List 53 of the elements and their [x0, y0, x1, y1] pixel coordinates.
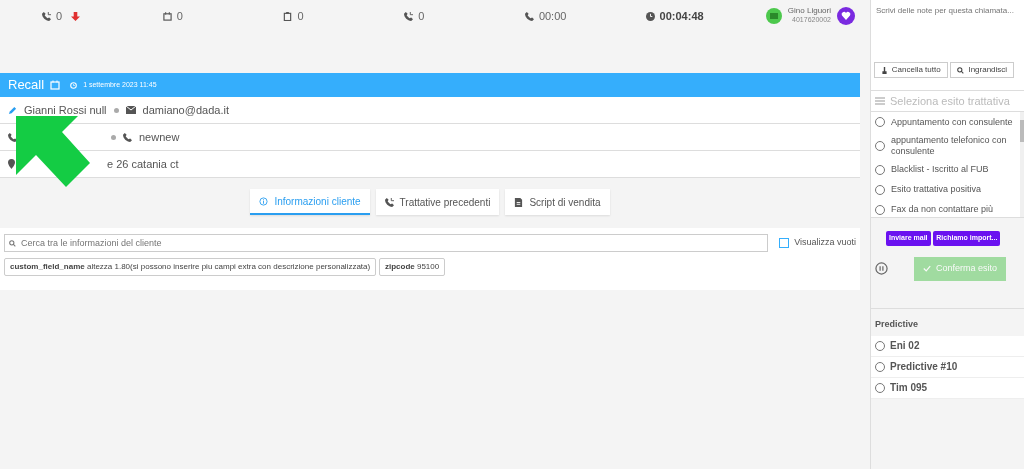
separator-dot	[111, 134, 116, 140]
calendar-icon	[50, 80, 61, 90]
option-label: appuntamento telefonico con consulente	[891, 135, 1008, 157]
info-icon	[259, 196, 269, 206]
separator-dot	[113, 107, 119, 113]
check-icon	[923, 265, 931, 272]
calendar-icon	[162, 11, 172, 21]
search-field[interactable]: Cerca tra le informazioni del cliente	[4, 234, 768, 252]
field-tag: zipcode 95100	[378, 257, 446, 276]
list-icon	[875, 97, 885, 105]
recall-title: Recall	[8, 76, 45, 95]
clipboard-icon	[283, 11, 293, 21]
phone-calls-icon	[404, 11, 414, 21]
option-label: Fax da non contattare più	[891, 204, 994, 215]
edit-icon[interactable]	[8, 105, 17, 115]
search-icon	[957, 66, 965, 74]
brush-icon	[880, 66, 888, 74]
contact-phone: newnew	[139, 129, 180, 145]
clock-icon	[645, 11, 655, 21]
agent-name: Gino Liguori	[787, 6, 831, 15]
checkbox-label: Visualizza vuoti	[794, 236, 856, 250]
option-label: Appuntamento con consulente	[891, 116, 1013, 128]
section-title: Predictive	[875, 319, 919, 329]
pause-icon[interactable]	[875, 262, 888, 275]
phone-icon	[123, 132, 132, 142]
location-pin-icon	[8, 159, 15, 169]
option-label: Blacklist - Iscritto al FUB	[891, 164, 989, 175]
note-button[interactable]: Ingrandisci	[950, 62, 1015, 78]
clock-icon	[70, 81, 78, 89]
stat-value: 0	[56, 8, 63, 24]
tab[interactable]: Script di vendita	[505, 189, 610, 215]
screen-icon[interactable]	[766, 8, 783, 24]
note-button[interactable]: Cancella tutto	[873, 62, 948, 78]
stat-value: 0	[176, 8, 183, 24]
phone-icon	[8, 132, 17, 142]
outcome-title: Seleziona esito trattativa	[890, 93, 1010, 109]
stat-value: 0	[418, 8, 425, 24]
option-label: Esito trattativa positiva	[891, 184, 982, 195]
tab[interactable]: Trattative precedenti	[375, 189, 500, 215]
phone-calls-icon	[42, 11, 51, 21]
contact-name: Gianni Rossi null	[24, 102, 107, 118]
stat-value: 0	[297, 8, 304, 24]
phone-icon	[524, 11, 534, 21]
stat-value: 00:00	[538, 8, 567, 24]
timer-value: 00:04:48	[659, 8, 704, 24]
phone-calls-icon	[384, 197, 394, 207]
field-tag: custom_field_name altezza 1.80(si possono inserire piu campi extra con descrizione personalizzata)	[4, 257, 377, 276]
heart-badge-icon[interactable]	[836, 7, 855, 25]
checkbox[interactable]	[778, 238, 789, 248]
mail-icon	[125, 106, 136, 114]
contact-email: damiano@dada.it	[142, 102, 229, 118]
contact-address: e 26 catania ct	[107, 156, 179, 172]
document-icon	[514, 197, 524, 207]
